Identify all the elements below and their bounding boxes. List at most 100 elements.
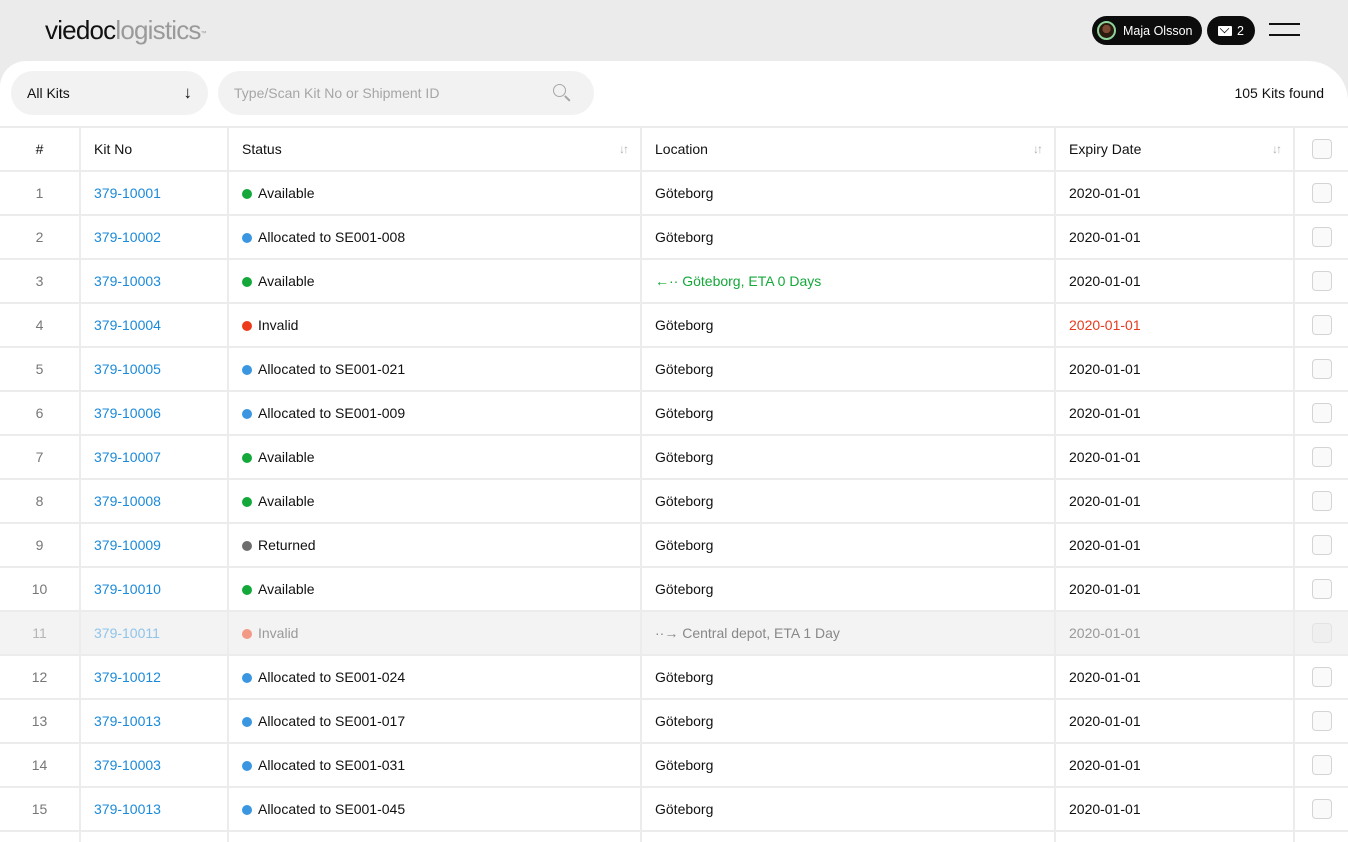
status-cell: Available: [228, 478, 642, 523]
kit-no-link[interactable]: 379-10012: [94, 669, 161, 685]
column-header-expiry-date[interactable]: Expiry Date ↓↑: [1055, 126, 1295, 171]
location-text: Göteborg: [655, 405, 714, 421]
row-checkbox[interactable]: [1311, 315, 1332, 335]
expiry-date: 2020-01-01: [1069, 581, 1141, 597]
location-cell: Göteborg: [641, 478, 1056, 523]
table-row[interactable]: 5 379-10005 Allocated to SE001-021 Göteborg…: [0, 346, 1348, 391]
location-cell: Göteborg: [641, 742, 1056, 787]
status-text: Available: [258, 273, 315, 289]
select-all-cell: [1294, 126, 1348, 171]
expiry-date: 2020-01-01: [1069, 185, 1141, 201]
sort-icon[interactable]: ↓↑: [1272, 142, 1282, 156]
status-cell: Returned: [228, 522, 642, 567]
kit-no-link[interactable]: 379-10010: [94, 581, 161, 597]
row-number: 13: [0, 698, 81, 743]
expiry-date: 2020-01-01: [1069, 229, 1141, 245]
kit-no-link[interactable]: 379-10002: [94, 229, 161, 245]
kit-no-link[interactable]: 379-10011: [94, 625, 160, 641]
location-text: Göteborg: [655, 537, 714, 553]
kit-no-link[interactable]: 379-10003: [94, 273, 161, 289]
row-checkbox[interactable]: [1311, 755, 1332, 775]
location-text: Göteborg: [655, 669, 714, 685]
row-checkbox[interactable]: [1311, 491, 1332, 511]
row-checkbox[interactable]: [1311, 623, 1332, 643]
table-row[interactable]: 12 379-10012 Allocated to SE001-024 Götebor…: [0, 654, 1348, 699]
row-checkbox[interactable]: [1311, 447, 1332, 467]
row-number: 11: [0, 610, 81, 655]
table-row[interactable]: [0, 830, 1348, 842]
kit-no-link[interactable]: 379-10013: [94, 713, 161, 729]
table-row[interactable]: 4 379-10004 Invalid Göteborg 2020-01-01: [0, 302, 1348, 347]
kit-no-link[interactable]: 379-10007: [94, 449, 161, 465]
row-checkbox[interactable]: [1311, 535, 1332, 555]
kit-no-link[interactable]: 379-10003: [94, 757, 161, 773]
status-text: Allocated to SE001-017: [258, 713, 406, 729]
status-text: Allocated to SE001-024: [258, 669, 406, 685]
kit-no-link[interactable]: 379-10009: [94, 537, 161, 553]
expiry-cell: [1055, 830, 1295, 842]
kit-no-link[interactable]: 379-10006: [94, 405, 161, 421]
table-row[interactable]: 13 379-10013 Allocated to SE001-017 Götebor…: [0, 698, 1348, 743]
search-icon[interactable]: [552, 83, 572, 103]
expiry-cell: 2020-01-01: [1055, 522, 1295, 567]
row-checkbox[interactable]: [1311, 799, 1332, 819]
arrow-down-icon: ↓: [183, 83, 193, 102]
kit-no-cell: 379-10008: [80, 478, 229, 523]
row-number: 3: [0, 258, 81, 303]
table-row[interactable]: 1 379-10001 Available Göteborg 2020-01-01: [0, 170, 1348, 215]
kit-no-cell: 379-10011: [80, 610, 229, 655]
row-checkbox[interactable]: [1311, 227, 1332, 247]
status-cell: Allocated to SE001-009: [228, 390, 642, 435]
table-row[interactable]: 3 379-10003 Available ←·· Göteborg, ETA 0 D…: [0, 258, 1348, 303]
kit-no-cell: 379-10013: [80, 786, 229, 831]
row-number: 5: [0, 346, 81, 391]
select-cell: [1294, 434, 1348, 479]
select-cell: [1294, 610, 1348, 655]
column-header-kit-no: Kit No: [80, 126, 229, 171]
search-input[interactable]: [234, 85, 552, 101]
table-row[interactable]: 8 379-10008 Available Göteborg 2020-01-01: [0, 478, 1348, 523]
app-logo[interactable]: viedoclogistics™: [45, 14, 207, 46]
location-cell: Göteborg: [641, 698, 1056, 743]
expiry-date: 2020-01-01: [1069, 405, 1141, 421]
row-checkbox[interactable]: [1311, 183, 1332, 203]
kit-no-link[interactable]: 379-10001: [94, 185, 161, 201]
hamburger-menu-icon[interactable]: [1269, 20, 1301, 40]
kit-no-link[interactable]: 379-10005: [94, 361, 161, 377]
select-all-checkbox[interactable]: [1311, 139, 1332, 159]
table-row[interactable]: 14 379-10003 Allocated to SE001-031 Götebor…: [0, 742, 1348, 787]
row-checkbox[interactable]: [1311, 667, 1332, 687]
table-row[interactable]: 6 379-10006 Allocated to SE001-009 Göteborg…: [0, 390, 1348, 435]
messages-button[interactable]: 2: [1207, 16, 1255, 45]
select-cell: [1294, 478, 1348, 523]
location-cell: [641, 830, 1056, 842]
table-row[interactable]: 9 379-10009 Returned Göteborg 2020-01-01: [0, 522, 1348, 567]
table-row[interactable]: 10 379-10010 Available Göteborg 2020-01-01: [0, 566, 1348, 611]
row-checkbox[interactable]: [1311, 271, 1332, 291]
column-header-status[interactable]: Status ↓↑: [228, 126, 642, 171]
kit-no-link[interactable]: 379-10013: [94, 801, 161, 817]
row-checkbox[interactable]: [1311, 711, 1332, 731]
sort-icon[interactable]: ↓↑: [619, 142, 629, 156]
status-cell: Available: [228, 434, 642, 479]
location-text: Göteborg: [655, 361, 714, 377]
location-cell: Göteborg: [641, 786, 1056, 831]
sort-icon[interactable]: ↓↑: [1033, 142, 1043, 156]
kit-filter-dropdown[interactable]: All Kits ↓: [11, 71, 208, 115]
kit-no-cell: 379-10003: [80, 742, 229, 787]
row-checkbox[interactable]: [1311, 359, 1332, 379]
column-header-location[interactable]: Location ↓↑: [641, 126, 1056, 171]
status-header-label: Status: [242, 141, 282, 157]
kit-no-link[interactable]: 379-10004: [94, 317, 161, 333]
user-menu-button[interactable]: Maja Olsson: [1092, 16, 1202, 45]
table-row[interactable]: 7 379-10007 Available Göteborg 2020-01-01: [0, 434, 1348, 479]
table-row[interactable]: 2 379-10002 Allocated to SE001-008 Göteborg…: [0, 214, 1348, 259]
table-row[interactable]: 15 379-10013 Allocated to SE001-045 Götebor…: [0, 786, 1348, 831]
row-checkbox[interactable]: [1311, 579, 1332, 599]
row-number: 9: [0, 522, 81, 567]
kit-no-cell: [80, 830, 229, 842]
kit-no-link[interactable]: 379-10008: [94, 493, 161, 509]
select-cell: [1294, 654, 1348, 699]
table-row[interactable]: 11 379-10011 Invalid ··→ Central depot, ETA…: [0, 610, 1348, 655]
row-checkbox[interactable]: [1311, 403, 1332, 423]
